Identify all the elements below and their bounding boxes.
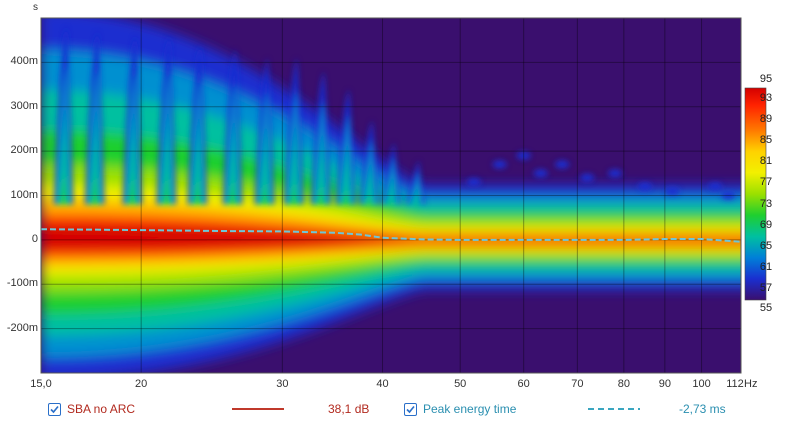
check-icon bbox=[50, 405, 59, 413]
heatmap-speckle bbox=[665, 187, 680, 196]
series2-checkbox[interactable] bbox=[404, 402, 417, 416]
x-tick-label: 60 bbox=[517, 378, 530, 390]
series1-swatch bbox=[232, 408, 284, 410]
colorbar-label: 57 bbox=[759, 282, 773, 295]
colorbar-label: 77 bbox=[759, 176, 773, 189]
series2-value: -2,73 ms bbox=[679, 402, 726, 416]
colorbar-label: 85 bbox=[759, 134, 773, 146]
x-tick-label: 112 bbox=[726, 378, 744, 390]
colorbar-label: 81 bbox=[759, 155, 773, 168]
colorbar-label: 73 bbox=[759, 197, 773, 210]
colorbar-label: 69 bbox=[759, 218, 773, 231]
x-tick-label: 15,0 bbox=[30, 378, 52, 390]
colorbar-label: 65 bbox=[759, 240, 773, 252]
x-tick-label: 20 bbox=[135, 378, 148, 390]
x-axis-unit-label: Hz bbox=[744, 378, 758, 390]
heatmap-speckle bbox=[492, 160, 507, 169]
heatmap-speckle bbox=[580, 173, 595, 182]
colorbar-label: 89 bbox=[759, 112, 773, 125]
x-tick-label: 40 bbox=[376, 378, 389, 390]
spectrogram-plot[interactable] bbox=[0, 0, 800, 424]
colorbar-label: 55 bbox=[759, 302, 773, 314]
colorbar-label: 95 bbox=[759, 73, 773, 85]
heatmap-speckle bbox=[708, 182, 723, 191]
heatmap-speckle bbox=[466, 178, 481, 187]
x-tick-label: 70 bbox=[571, 378, 584, 390]
colorbar-label: 61 bbox=[759, 261, 773, 274]
x-tick-label: 50 bbox=[454, 378, 467, 390]
heatmap-speckle bbox=[555, 160, 570, 169]
x-tick-label: 90 bbox=[658, 378, 671, 390]
series1-name: SBA no ARC bbox=[67, 402, 136, 416]
legend-series2: Peak energy time bbox=[404, 400, 516, 418]
heatmap-speckle bbox=[637, 182, 652, 191]
series1-checkbox[interactable] bbox=[48, 402, 61, 416]
colorbar-label: 93 bbox=[759, 91, 773, 104]
legend-series1: SBA no ARC bbox=[48, 400, 135, 418]
check-icon bbox=[406, 405, 415, 413]
x-tick-label: 100 bbox=[692, 378, 711, 390]
x-tick-label: 80 bbox=[617, 378, 630, 390]
series2-name: Peak energy time bbox=[423, 402, 517, 416]
x-tick-label: 30 bbox=[276, 378, 289, 390]
series2-swatch bbox=[588, 408, 640, 410]
heatmap-speckle bbox=[608, 169, 623, 178]
series1-value: 38,1 dB bbox=[328, 402, 370, 416]
heatmap-speckle bbox=[533, 169, 548, 178]
